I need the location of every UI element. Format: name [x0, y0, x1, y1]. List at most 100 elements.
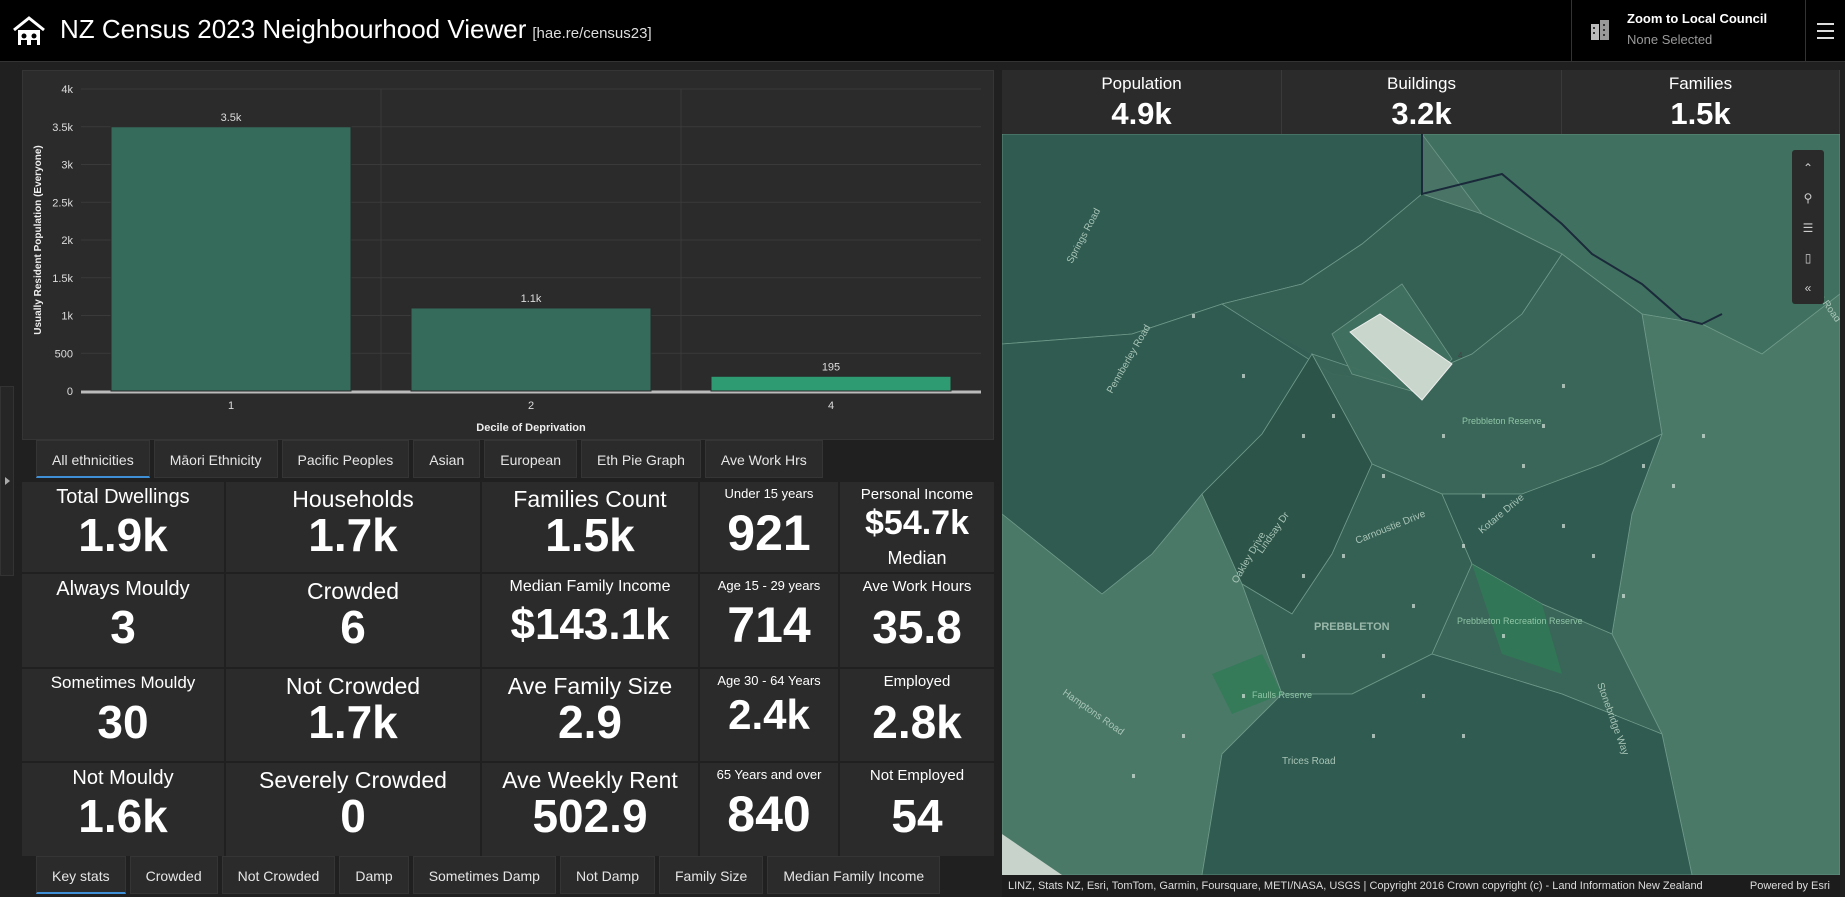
stat-value: 1.9k — [78, 509, 168, 561]
building-marker — [1192, 314, 1195, 318]
data-label: 3.5k — [221, 112, 242, 124]
stat-value: 714 — [727, 597, 811, 653]
menu-button[interactable] — [1806, 0, 1845, 62]
chart-tab[interactable]: Ave Work Hrs — [704, 440, 823, 478]
chart-tab[interactable]: Eth Pie Graph — [580, 440, 701, 478]
x-tick-label: 2 — [528, 400, 534, 412]
x-tick-label: 4 — [828, 400, 834, 412]
collapse-left-icon[interactable]: « — [1800, 280, 1816, 296]
chart-tab[interactable]: Asian — [413, 440, 481, 478]
collapse-up-icon[interactable]: ⌃ — [1800, 160, 1816, 176]
road-label: Trices Road — [1282, 756, 1336, 767]
building-marker — [1242, 374, 1245, 378]
stat-value: 30 — [97, 696, 149, 748]
stat-value: $54.7k — [865, 504, 969, 542]
building-marker — [1302, 434, 1305, 438]
y-tick-label: 1k — [61, 311, 73, 323]
y-tick-label: 3k — [61, 160, 73, 172]
stat-card: Ave Work Hours 35.8 — [840, 574, 994, 667]
stats-tab[interactable]: Not Crowded — [221, 856, 336, 894]
search-icon[interactable]: ⚲ — [1800, 190, 1816, 206]
map-view[interactable]: Springs RoadPennberley RoadHamptons Road… — [1002, 134, 1840, 875]
area-label: PREBBLETON — [1314, 621, 1390, 633]
reserve-label: Prebbleton Recreation Reserve — [1457, 616, 1583, 626]
stat-label: Personal Income — [860, 486, 974, 503]
stats-tab[interactable]: Sometimes Damp — [412, 856, 556, 894]
stats-tab[interactable]: Median Family Income — [767, 856, 941, 894]
chart-tab[interactable]: All ethnicities — [36, 440, 150, 478]
stats-tab[interactable]: Key stats — [36, 856, 126, 894]
stat-label: Total Dwellings — [56, 486, 190, 508]
chart-tab[interactable]: Pacific Peoples — [281, 440, 410, 478]
building-marker — [1522, 464, 1525, 468]
stat-value: 1.7k — [308, 509, 398, 561]
building-marker — [1332, 414, 1335, 418]
data-label: 195 — [822, 361, 840, 373]
stat-value: 54 — [891, 790, 943, 842]
stat-value: 921 — [727, 505, 811, 561]
stat-label: Sometimes Mouldy — [50, 673, 196, 692]
stat-label: Under 15 years — [724, 486, 814, 501]
stat-label: 65 Years and over — [716, 767, 822, 782]
side-panel-toggle[interactable] — [0, 386, 14, 576]
bar-chart: 0 500 1k 1.5k 2k 2.5k 3k 3.5k 4k 3.5k 1 1.1k 2 195 4 De… — [33, 84, 981, 434]
map-stat: Buildings 3.2k — [1282, 70, 1562, 134]
stats-tab[interactable]: Family Size — [658, 856, 764, 894]
stat-value: 840 — [727, 786, 811, 842]
stats-grid: Total Dwellings 1.9k Households 1.7k Familie… — [22, 482, 994, 858]
map-panel: Population 4.9k Buildings 3.2k Families 1.5k … — [1002, 70, 1840, 897]
stat-card: Sometimes Mouldy 30 — [22, 669, 224, 761]
building-marker — [1422, 694, 1425, 698]
stats-tabs: Key stats Crowded Not Crowded Damp Sometimes… — [22, 856, 941, 894]
reserve-label: Faulls Reserve — [1252, 690, 1312, 700]
bookmark-icon[interactable]: ▯ — [1800, 250, 1816, 266]
bar — [110, 126, 352, 392]
expand-right-icon — [5, 477, 10, 485]
building-marker — [1562, 384, 1565, 388]
stat-value: 2.8k — [872, 696, 962, 748]
building-marker — [1302, 574, 1305, 578]
y-axis-label: Usually Resident Population (Everyone) — [33, 145, 44, 334]
building-marker — [1482, 494, 1485, 498]
chart-tab[interactable]: Māori Ethnicity — [153, 440, 278, 478]
building-marker — [1302, 654, 1305, 658]
bar — [410, 307, 652, 392]
stat-card: Age 30 - 64 Years 2.4k — [700, 669, 838, 761]
zoom-to-council[interactable]: Zoom to Local Council None Selected — [1571, 0, 1806, 62]
stat-value: 2.4k — [728, 691, 810, 738]
stat-card: Not Mouldy 1.6k — [22, 763, 224, 856]
legend-icon[interactable]: ☰ — [1800, 220, 1816, 236]
stat-card: Employed 2.8k — [840, 669, 994, 761]
building-marker — [1672, 484, 1675, 488]
building-marker — [1242, 694, 1245, 698]
stat-value: 1.5k — [545, 509, 635, 561]
x-axis-label: Decile of Deprivation — [476, 422, 586, 434]
map-stat-label: Families — [1668, 74, 1733, 93]
building-marker — [1132, 774, 1135, 778]
map-attribution: LINZ, Stats NZ, Esri, TomTom, Garmin, Fo… — [1002, 875, 1840, 897]
stat-value: 0 — [340, 790, 366, 842]
deprivation-chart: 0 500 1k 1.5k 2k 2.5k 3k 3.5k 4k 3.5k 1 1.1k 2 195 4 De… — [22, 70, 994, 440]
home-icon[interactable] — [12, 15, 46, 47]
app-link[interactable]: [hae.re/census23] — [532, 25, 651, 42]
chart-tab[interactable]: European — [484, 440, 577, 478]
stat-label: Age 30 - 64 Years — [717, 673, 821, 688]
y-tick-label: 500 — [55, 348, 73, 360]
map-stat: Families 1.5k — [1562, 70, 1840, 134]
stats-tab[interactable]: Crowded — [129, 856, 218, 894]
stat-value: 1.6k — [78, 790, 168, 842]
attribution-text: LINZ, Stats NZ, Esri, TomTom, Garmin, Fo… — [1008, 880, 1703, 892]
building-marker — [1342, 554, 1345, 558]
selected-parcel-label: 4 — [1458, 351, 1463, 360]
powered-by[interactable]: Powered by Esri — [1750, 875, 1830, 897]
chart-tabs: All ethnicities Māori Ethnicity Pacific Pe… — [22, 440, 823, 478]
stat-card: Households 1.7k — [226, 482, 480, 572]
stat-value: 2.9 — [558, 696, 622, 748]
building-marker — [1502, 634, 1505, 638]
building-marker — [1412, 604, 1415, 608]
building-icon — [1591, 20, 1609, 40]
stats-tab[interactable]: Damp — [339, 856, 409, 894]
stats-tab[interactable]: Not Damp — [559, 856, 655, 894]
building-marker — [1182, 734, 1185, 738]
building-marker — [1542, 424, 1545, 428]
